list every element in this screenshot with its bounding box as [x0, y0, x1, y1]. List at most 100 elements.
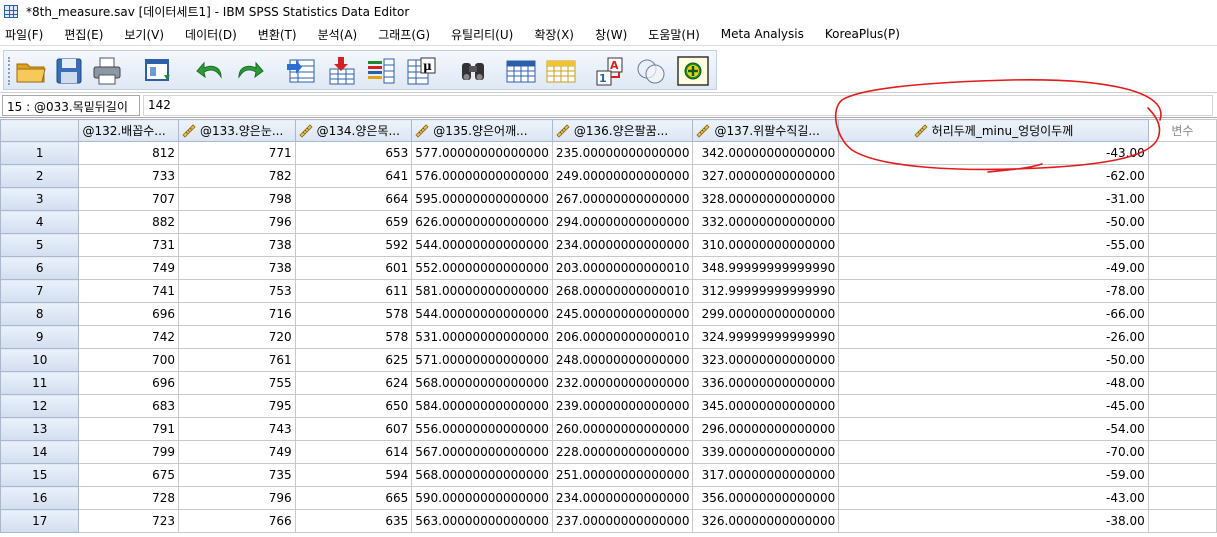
data-cell[interactable]: 594 — [294, 463, 413, 487]
data-cell[interactable]: 544.00000000000000 — [411, 233, 553, 257]
data-cell[interactable]: 568.00000000000000 — [411, 371, 553, 395]
data-cell[interactable]: 552.00000000000000 — [411, 256, 553, 280]
row-number[interactable]: 3 — [0, 187, 80, 211]
empty-cell[interactable] — [1147, 187, 1217, 211]
row-number[interactable]: 2 — [0, 164, 80, 188]
goto-case-icon[interactable] — [284, 55, 318, 87]
data-cell[interactable]: 312.99999999999990 — [692, 279, 840, 303]
data-cell[interactable]: 755 — [178, 371, 296, 395]
data-cell[interactable]: 234.00000000000000 — [551, 486, 694, 510]
recall-dialog-icon[interactable] — [142, 55, 176, 87]
data-cell[interactable]: 568.00000000000000 — [411, 463, 553, 487]
menu-item-4[interactable]: 변환(T) — [253, 26, 297, 43]
row-number[interactable]: 8 — [0, 302, 80, 326]
data-cell[interactable]: 716 — [178, 302, 296, 326]
goto-variable-icon[interactable] — [324, 55, 358, 87]
data-cell[interactable]: -49.00 — [838, 256, 1149, 280]
data-cell[interactable]: 728 — [78, 486, 180, 510]
data-cell[interactable]: 753 — [178, 279, 296, 303]
data-cell[interactable]: 578 — [294, 302, 413, 326]
data-cell[interactable]: 614 — [294, 440, 413, 464]
toolbar-grip[interactable] — [8, 57, 11, 85]
empty-cell[interactable] — [1147, 440, 1217, 464]
value-labels-mu-icon[interactable]: μ — [404, 55, 438, 87]
column-header-5[interactable]: @137.위팔수직길... — [692, 119, 840, 142]
grid-corner[interactable] — [0, 119, 80, 142]
data-cell[interactable]: 332.00000000000000 — [692, 210, 840, 234]
data-cell[interactable]: 766 — [178, 509, 296, 533]
data-cell[interactable]: 590.00000000000000 — [411, 486, 553, 510]
column-header-4[interactable]: @136.양은팔꿈... — [551, 119, 694, 142]
data-cell[interactable]: 749 — [78, 256, 180, 280]
empty-cell[interactable] — [1147, 463, 1217, 487]
find-binoculars-icon[interactable] — [456, 55, 490, 87]
data-cell[interactable]: 624 — [294, 371, 413, 395]
row-number[interactable]: 1 — [0, 141, 80, 165]
data-cell[interactable]: 650 — [294, 394, 413, 418]
empty-cell[interactable] — [1147, 233, 1217, 257]
column-header-1[interactable]: @133.양은눈... — [178, 119, 296, 142]
cell-reference-box[interactable]: 15 : @033.목밑뒤길이 — [2, 95, 140, 116]
data-cell[interactable]: -59.00 — [838, 463, 1149, 487]
column-header-6[interactable]: 허리두께_minu_엉덩이두께 — [838, 119, 1149, 142]
data-cell[interactable]: 720 — [178, 325, 296, 349]
data-cell[interactable]: 345.00000000000000 — [692, 394, 840, 418]
data-cell[interactable]: -31.00 — [838, 187, 1149, 211]
data-cell[interactable]: 738 — [178, 233, 296, 257]
column-header-0[interactable]: @132.배꼽수... — [78, 119, 180, 142]
data-cell[interactable]: 700 — [78, 348, 180, 372]
empty-cell[interactable] — [1147, 164, 1217, 188]
data-cell[interactable]: 742 — [78, 325, 180, 349]
data-cell[interactable]: 675 — [78, 463, 180, 487]
row-number[interactable]: 10 — [0, 348, 80, 372]
row-number[interactable]: 12 — [0, 394, 80, 418]
menu-item-6[interactable]: 그래프(G) — [373, 26, 430, 43]
data-cell[interactable]: 234.00000000000000 — [551, 233, 694, 257]
menu-item-12[interactable]: KoreaPlus(P) — [820, 27, 900, 41]
menu-item-2[interactable]: 보기(V) — [119, 26, 164, 43]
data-cell[interactable]: 665 — [294, 486, 413, 510]
data-cell[interactable]: 798 — [178, 187, 296, 211]
data-cell[interactable]: 626.00000000000000 — [411, 210, 553, 234]
data-cell[interactable]: 324.99999999999990 — [692, 325, 840, 349]
empty-cell[interactable] — [1147, 325, 1217, 349]
data-cell[interactable]: 245.00000000000000 — [551, 302, 694, 326]
data-cell[interactable]: 248.00000000000000 — [551, 348, 694, 372]
data-cell[interactable]: 239.00000000000000 — [551, 394, 694, 418]
use-sets-icon[interactable] — [676, 55, 710, 87]
data-cell[interactable]: -55.00 — [838, 233, 1149, 257]
data-cell[interactable]: 249.00000000000000 — [551, 164, 694, 188]
column-header-3[interactable]: @135.양은어깨... — [411, 119, 553, 142]
data-cell[interactable]: -70.00 — [838, 440, 1149, 464]
data-cell[interactable]: 336.00000000000000 — [692, 371, 840, 395]
row-number[interactable]: 7 — [0, 279, 80, 303]
redo-icon[interactable] — [232, 55, 266, 87]
data-cell[interactable]: 723 — [78, 509, 180, 533]
row-number[interactable]: 11 — [0, 371, 80, 395]
data-cell[interactable]: 749 — [178, 440, 296, 464]
cell-value-field[interactable]: 142 — [143, 95, 1213, 116]
data-cell[interactable]: 237.00000000000000 — [551, 509, 694, 533]
empty-cell[interactable] — [1147, 256, 1217, 280]
data-cell[interactable]: 544.00000000000000 — [411, 302, 553, 326]
row-number[interactable]: 4 — [0, 210, 80, 234]
row-number[interactable]: 17 — [0, 509, 80, 533]
empty-cell[interactable] — [1147, 417, 1217, 441]
data-cell[interactable]: 771 — [178, 141, 296, 165]
row-number[interactable]: 14 — [0, 440, 80, 464]
data-cell[interactable]: 659 — [294, 210, 413, 234]
data-cell[interactable]: 696 — [78, 371, 180, 395]
data-cell[interactable]: -50.00 — [838, 210, 1149, 234]
data-cell[interactable]: 348.99999999999990 — [692, 256, 840, 280]
menu-item-5[interactable]: 분석(A) — [313, 26, 358, 43]
data-cell[interactable]: 232.00000000000000 — [551, 371, 694, 395]
data-cell[interactable]: 641 — [294, 164, 413, 188]
data-cell[interactable]: 251.00000000000000 — [551, 463, 694, 487]
data-cell[interactable]: 571.00000000000000 — [411, 348, 553, 372]
data-cell[interactable]: 326.00000000000000 — [692, 509, 840, 533]
data-cell[interactable]: 356.00000000000000 — [692, 486, 840, 510]
menu-item-0[interactable]: 파일(F) — [0, 26, 43, 43]
insert-cases-icon[interactable] — [504, 55, 538, 87]
empty-cell[interactable] — [1147, 279, 1217, 303]
data-cell[interactable]: -54.00 — [838, 417, 1149, 441]
